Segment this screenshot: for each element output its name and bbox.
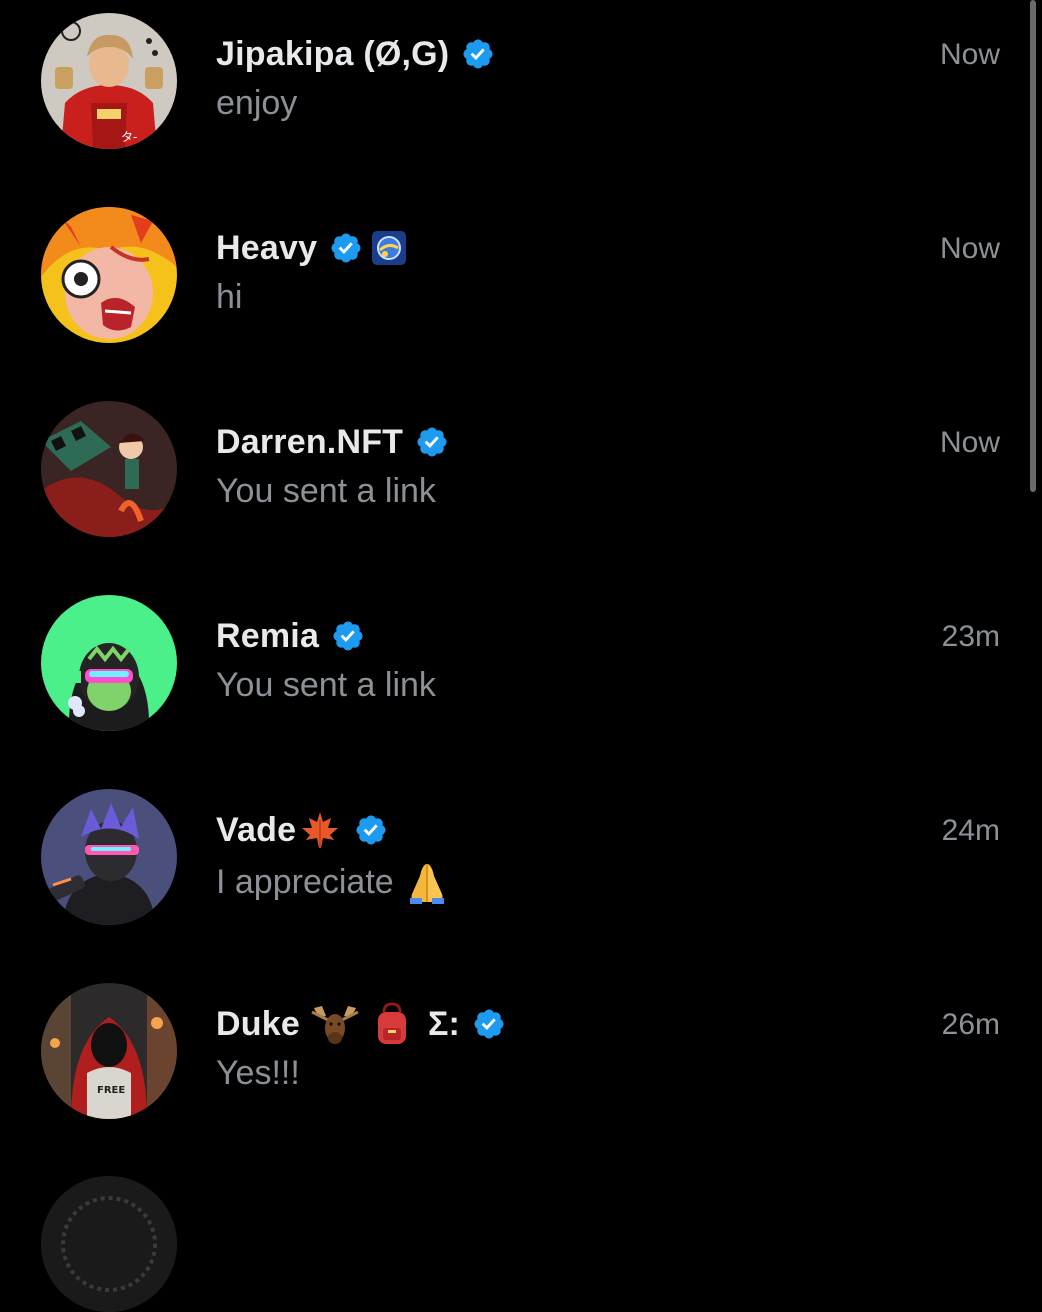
- svg-text:タ-: タ-: [121, 130, 137, 144]
- avatar[interactable]: FREE: [41, 983, 177, 1119]
- display-name: Remia: [216, 616, 320, 655]
- name-line: Duke Σ:: [216, 1000, 506, 1048]
- avatar[interactable]: [41, 401, 177, 537]
- display-name: Duke: [216, 1004, 300, 1043]
- name-line: Jipakipa (Ø,G): [216, 30, 495, 78]
- message-preview: enjoy: [216, 84, 298, 122]
- timestamp: Now: [939, 38, 1000, 71]
- display-name: Jipakipa (Ø,G): [216, 34, 450, 73]
- message-preview: You sent a link: [216, 666, 436, 704]
- backpack-icon: [372, 1002, 412, 1046]
- dm-conversation-list: タ- Jipakipa (Ø,G) enjoy Now Heavy hi Now…: [0, 0, 1042, 1312]
- name-line: Remia: [216, 612, 365, 660]
- message-preview: I appreciate: [216, 860, 450, 904]
- message-preview: hi: [216, 278, 243, 316]
- moose-icon: [310, 1002, 360, 1046]
- verified-badge-icon: [472, 1007, 506, 1041]
- name-line: Heavy: [216, 224, 407, 272]
- globe-badge-icon: [371, 230, 407, 266]
- avatar[interactable]: タ-: [41, 13, 177, 149]
- name-line: Vade: [216, 806, 388, 854]
- avatar[interactable]: [41, 1176, 177, 1312]
- display-name: Darren.NFT: [216, 422, 404, 461]
- avatar[interactable]: [41, 207, 177, 343]
- conversation-row[interactable]: タ- Jipakipa (Ø,G) enjoy Now: [0, 0, 1030, 194]
- verified-badge-icon: [461, 37, 495, 71]
- conversation-row[interactable]: FREE Duke Σ: Yes!!! 26m: [0, 970, 1030, 1164]
- display-name: Heavy: [216, 228, 318, 267]
- verified-badge-icon: [354, 813, 388, 847]
- scrollbar[interactable]: [1026, 0, 1042, 1200]
- svg-text:FREE: FREE: [97, 1085, 125, 1096]
- timestamp: Now: [939, 232, 1000, 265]
- display-name: Vade: [216, 810, 297, 849]
- verified-badge-icon: [329, 231, 363, 265]
- message-preview: Yes!!!: [216, 1054, 300, 1092]
- message-preview: You sent a link: [216, 472, 436, 510]
- verified-badge-icon: [415, 425, 449, 459]
- timestamp: 24m: [941, 814, 1000, 847]
- name-suffix: Σ:: [427, 1004, 461, 1043]
- message-preview-text: I appreciate: [216, 862, 394, 901]
- conversation-row[interactable]: Darren.NFT You sent a link Now: [0, 388, 1030, 582]
- timestamp: 23m: [941, 620, 1000, 653]
- avatar[interactable]: [41, 789, 177, 925]
- maple-leaf-icon: [298, 810, 342, 850]
- timestamp: 26m: [941, 1008, 1000, 1041]
- scrollbar-thumb[interactable]: [1030, 0, 1036, 492]
- avatar[interactable]: [41, 595, 177, 731]
- timestamp: Now: [939, 426, 1000, 459]
- conversation-row[interactable]: Vade I appreciate 24m: [0, 776, 1030, 970]
- name-line: Darren.NFT: [216, 418, 449, 466]
- verified-badge-icon: [331, 619, 365, 653]
- conversation-row[interactable]: Remia You sent a link 23m: [0, 582, 1030, 776]
- folded-hands-icon: [404, 860, 450, 904]
- conversation-row[interactable]: Heavy hi Now: [0, 194, 1030, 388]
